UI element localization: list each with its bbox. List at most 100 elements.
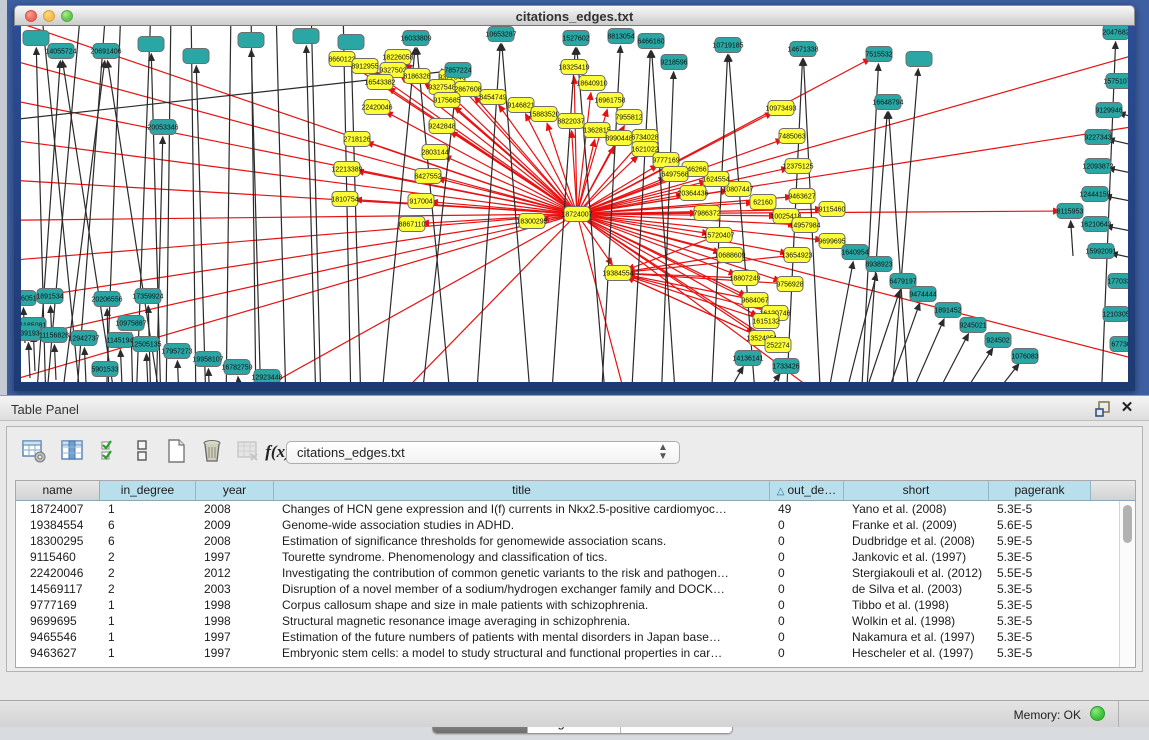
cell-in_degree[interactable]: 1 [100,645,196,661]
float-panel-icon[interactable] [1095,401,1111,417]
cell-pagerank[interactable]: 5.3E-5 [989,645,1091,661]
cell-year[interactable]: 1997 [196,629,274,645]
network-node[interactable]: 6497568 [661,167,688,182]
cell-in_degree[interactable]: 1 [100,629,196,645]
cell-out_de[interactable]: 0 [770,533,844,549]
network-node[interactable]: 14957984 [789,218,820,233]
cell-pagerank[interactable]: 5.3E-5 [989,597,1091,613]
network-edge[interactable] [1101,43,1116,382]
cell-in_degree[interactable]: 1 [100,597,196,613]
network-node[interactable]: 9242848 [428,119,455,134]
cell-title[interactable]: Corpus callosum shape and size in male p… [274,597,770,613]
network-edge[interactable] [238,378,241,382]
cell-out_de[interactable]: 0 [770,565,844,581]
cell-name[interactable]: 19384554 [16,517,100,533]
network-edge[interactable] [577,214,786,253]
network-node[interactable]: 10653287 [485,27,516,42]
network-node[interactable]: 12923448 [251,370,282,383]
network-node[interactable]: 12213389 [331,162,362,177]
cell-year[interactable]: 1998 [196,613,274,629]
network-node[interactable]: 9245021 [959,318,986,333]
network-node[interactable]: 8186328 [403,69,430,84]
network-node[interactable]: 18724007 [561,207,592,222]
network-edge[interactable] [826,263,853,382]
column-header-title[interactable]: title [274,481,770,501]
cell-short[interactable]: Jankovic et al. (1997) [844,549,989,565]
network-edge[interactable] [351,53,361,382]
network-node[interactable] [138,37,164,52]
cell-name[interactable]: 14569117 [16,581,100,597]
network-node[interactable]: 8938923 [865,257,892,272]
cell-in_degree[interactable]: 2 [100,581,196,597]
cell-name[interactable]: 9115460 [16,549,100,565]
cell-name[interactable]: 9463627 [16,645,100,661]
cell-year[interactable]: 2008 [196,501,274,517]
network-edge[interactable] [84,349,86,382]
cell-title[interactable]: Estimation of the future numbers of pati… [274,629,770,645]
network-edge[interactable] [931,335,968,382]
network-edge[interactable] [54,346,56,380]
network-node[interactable]: 16033809 [400,31,431,46]
network-node[interactable]: 12093872 [1082,159,1113,174]
cell-name[interactable]: 9699695 [16,613,100,629]
cell-title[interactable]: Changes of HCN gene expression and I(f) … [274,501,770,517]
network-node[interactable]: 10975887 [115,316,146,331]
network-node[interactable]: 12444159 [1079,187,1110,202]
network-node[interactable]: 15992091 [1085,244,1116,259]
network-node[interactable]: 18807249 [729,271,760,286]
cell-title[interactable]: Tourette syndrome. Phenomenology and cla… [274,549,770,565]
network-edge[interactable] [21,214,577,266]
cell-name[interactable]: 9465546 [16,629,100,645]
network-node[interactable]: 19958107 [192,352,223,367]
cell-out_de[interactable]: 0 [770,549,844,565]
table-row[interactable]: 911546021997Tourette syndrome. Phenomeno… [16,549,1119,565]
network-edge[interactable] [883,304,919,382]
network-node[interactable]: 18300295 [516,214,547,229]
cell-out_de[interactable]: 49 [770,501,844,517]
network-node[interactable]: 5901533 [91,362,118,377]
network-node[interactable]: 17359924 [132,289,163,304]
network-node[interactable]: 16961758 [594,93,625,108]
network-node[interactable]: 11156828 [39,328,69,343]
cell-out_de[interactable]: 0 [770,613,844,629]
network-node[interactable]: 677302 [1110,337,1128,352]
network-node[interactable]: 1076083 [1011,349,1038,364]
network-edge[interactable] [226,26,231,382]
table-row[interactable]: 1938455462009Genome-wide association stu… [16,517,1119,533]
network-node[interactable]: 1640954 [841,245,868,260]
network-node[interactable]: 16543382 [364,75,395,90]
network-node[interactable]: 12942737 [68,331,99,346]
table-row[interactable]: 2242004622012Investigating the contribut… [16,565,1119,581]
network-node[interactable]: 8912955 [351,59,378,74]
column-header-out_de[interactable]: △out_de… [770,481,844,501]
column-header-name[interactable]: name [16,481,100,501]
network-node[interactable]: 9756928 [776,277,803,292]
network-node[interactable]: 2047682 [1102,26,1128,40]
network-edge[interactable] [577,214,1128,376]
memory-status-indicator[interactable] [1090,706,1105,721]
network-edge[interactable] [196,67,206,382]
cell-out_de[interactable]: 0 [770,581,844,597]
network-node[interactable]: 12375125 [782,159,813,174]
cell-short[interactable]: Franke et al. (2009) [844,517,989,533]
network-node[interactable]: 20053346 [147,120,178,135]
cell-out_de[interactable]: 0 [770,517,844,533]
network-node[interactable] [183,49,209,64]
table-row[interactable]: 1872400712008Changes of HCN gene express… [16,501,1119,517]
network-edge[interactable] [956,349,992,382]
table-settings-icon[interactable] [19,437,49,467]
cell-pagerank[interactable]: 5.3E-5 [989,629,1091,645]
network-node[interactable]: 9129946 [1095,103,1122,118]
network-node[interactable]: 14136141 [732,351,763,366]
network-node[interactable]: 18325419 [558,60,589,75]
table-row[interactable]: 1456911722003Disruption of a novel membe… [16,581,1119,597]
network-edge[interactable] [1109,168,1128,176]
network-node[interactable]: 7515532 [865,47,892,62]
network-node[interactable]: 9463627 [788,189,815,204]
network-node[interactable]: 16648794 [872,95,903,110]
network-node[interactable]: 7986372 [693,206,720,221]
table-row[interactable]: 1830029562008Estimation of significance … [16,533,1119,549]
cell-name[interactable]: 22420046 [16,565,100,581]
table-body[interactable]: 1872400712008Changes of HCN gene express… [16,501,1119,667]
cell-in_degree[interactable]: 2 [100,549,196,565]
